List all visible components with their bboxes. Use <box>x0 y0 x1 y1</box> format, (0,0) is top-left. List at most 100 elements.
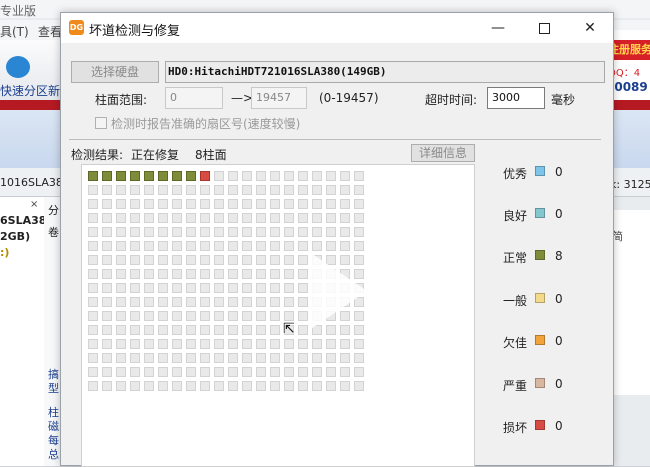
grid-cell <box>326 171 336 181</box>
grid-cell <box>354 171 364 181</box>
grid-cell <box>270 381 280 391</box>
grid-cell <box>312 381 322 391</box>
grid-cell <box>172 213 182 223</box>
grid-cell <box>284 185 294 195</box>
bad-sector-dialog: DG 坏道检测与修复 — ✕ 选择硬盘 HD0:HitachiHDT721016… <box>60 12 614 467</box>
detail-info-button[interactable]: 详细信息 <box>411 144 475 162</box>
grid-cell <box>214 185 224 195</box>
grid-cell <box>144 311 154 321</box>
grid-cell <box>116 269 126 279</box>
grid-cell <box>88 381 98 391</box>
grid-cell <box>298 199 308 209</box>
selected-disk-field: HD0:HitachiHDT721016SLA380(149GB) <box>165 61 605 83</box>
report-sector-checkbox-label[interactable]: 检测时报告准确的扇区号(速度较慢) <box>111 115 300 132</box>
grid-cell <box>242 297 252 307</box>
grid-cell <box>144 381 154 391</box>
grid-cell <box>116 199 126 209</box>
new-toolbar-label[interactable]: 新 <box>48 82 60 99</box>
grid-cell <box>354 241 364 251</box>
grid-cell <box>270 325 280 335</box>
grid-cell <box>284 255 294 265</box>
grid-cell <box>228 367 238 377</box>
grid-cell <box>144 199 154 209</box>
grid-cell-repaired <box>116 171 126 181</box>
quick-partition-icon[interactable] <box>6 56 30 78</box>
grid-cell <box>340 381 350 391</box>
grid-cell <box>228 381 238 391</box>
close-button[interactable]: ✕ <box>567 13 613 43</box>
grid-cell <box>116 283 126 293</box>
grid-cell <box>354 185 364 195</box>
grid-cell <box>172 185 182 195</box>
cylinder-end-input[interactable]: 19457 <box>251 87 307 109</box>
grid-cell <box>312 339 322 349</box>
grid-cell <box>186 255 196 265</box>
grid-cell <box>326 241 336 251</box>
grid-cell <box>284 283 294 293</box>
grid-cell <box>270 269 280 279</box>
grid-cell <box>144 325 154 335</box>
grid-cell <box>172 269 182 279</box>
grid-cell <box>102 213 112 223</box>
grid-cell <box>326 213 336 223</box>
grid-cell <box>116 297 126 307</box>
grid-cell <box>214 255 224 265</box>
legend-swatch <box>535 378 545 388</box>
report-sector-checkbox[interactable] <box>95 117 107 129</box>
grid-cell <box>214 241 224 251</box>
tree-item-disk[interactable]: 6SLA38 <box>0 214 46 227</box>
grid-cell <box>228 255 238 265</box>
grid-cell <box>172 325 182 335</box>
grid-cell <box>214 269 224 279</box>
grid-cell <box>228 185 238 195</box>
grid-cell <box>158 213 168 223</box>
maximize-button[interactable] <box>521 13 567 43</box>
grid-cell <box>298 311 308 321</box>
grid-cell <box>228 241 238 251</box>
grid-cell <box>172 255 182 265</box>
grid-cell <box>298 269 308 279</box>
video-play-icon[interactable] <box>311 253 367 329</box>
grid-cell <box>284 171 294 181</box>
grid-cell <box>256 185 266 195</box>
dialog-title-bar[interactable]: DG 坏道检测与修复 — ✕ <box>61 13 613 43</box>
grid-cell <box>354 353 364 363</box>
timeout-input[interactable]: 3000 <box>487 87 545 109</box>
grid-cell <box>228 297 238 307</box>
grid-cell <box>326 353 336 363</box>
grid-cell <box>102 325 112 335</box>
minimize-button[interactable]: — <box>475 13 521 43</box>
grid-cell <box>270 171 280 181</box>
grid-cell <box>270 353 280 363</box>
quick-partition-label[interactable]: 快速分区 <box>0 82 48 99</box>
grid-cell <box>312 171 322 181</box>
select-disk-button[interactable]: 选择硬盘 <box>71 61 159 83</box>
grid-cell <box>172 367 182 377</box>
cylinder-start-input[interactable]: 0 <box>165 87 223 109</box>
grid-cell <box>88 325 98 335</box>
grid-cell <box>200 241 210 251</box>
grid-cell <box>116 367 126 377</box>
background-disk-right-label: k: 31258 <box>610 178 650 191</box>
grid-cell <box>242 325 252 335</box>
grid-cell <box>200 269 210 279</box>
grid-cell <box>186 353 196 363</box>
grid-cell <box>284 227 294 237</box>
grid-cell <box>256 227 266 237</box>
grid-cell-current <box>200 171 210 181</box>
grid-cell <box>270 227 280 237</box>
grid-cell <box>312 241 322 251</box>
panel-close-icon[interactable]: × <box>30 199 38 210</box>
grid-cell <box>326 185 336 195</box>
grid-cell <box>270 283 280 293</box>
grid-cell-repaired <box>172 171 182 181</box>
menu-view[interactable]: 查看 <box>38 23 62 40</box>
grid-cell <box>130 325 140 335</box>
grid-cell <box>116 255 126 265</box>
grid-cell <box>256 269 266 279</box>
grid-cell <box>186 185 196 195</box>
menu-tools[interactable]: 具(T) <box>0 23 29 40</box>
grid-cell <box>256 325 266 335</box>
tree-item-partition[interactable]: :) <box>0 246 9 259</box>
grid-cell <box>298 325 308 335</box>
